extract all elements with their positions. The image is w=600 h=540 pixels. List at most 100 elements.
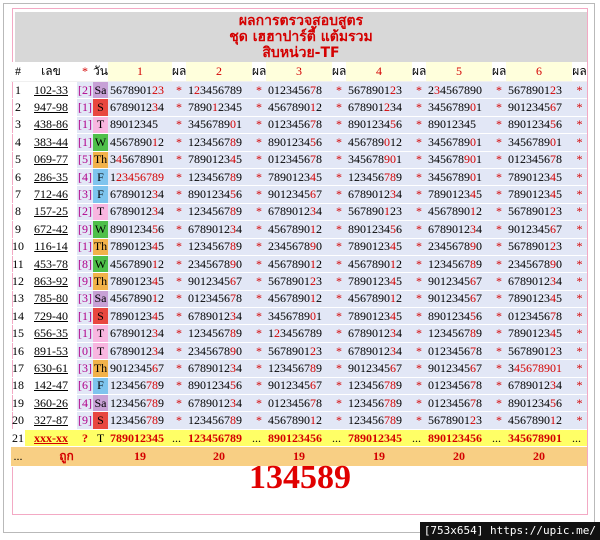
- row-set-value: 345678901: [266, 308, 332, 326]
- row-bracket-count: [3]: [77, 290, 93, 309]
- row-result-star: *: [252, 290, 266, 309]
- value-hit-digits: 78: [384, 395, 396, 410]
- row-set-value: 678901234: [346, 186, 412, 204]
- row-set-value: 123456789: [346, 395, 412, 413]
- table-row: 9 672-42 [9] W 890123456 * 678901234 * 456789012…: [11, 221, 587, 239]
- row-set-value: 789012345: [108, 238, 172, 256]
- row-code-link[interactable]: 712-46: [25, 186, 77, 204]
- value-tail-digits: 4: [158, 204, 164, 219]
- row-set-value: 678901234: [108, 325, 172, 343]
- value-digits: 89012345: [110, 117, 158, 132]
- row-set-value: 123456789: [426, 325, 492, 343]
- value-digits: 8901234: [508, 395, 550, 410]
- value-digits: 1234567: [428, 256, 470, 271]
- value-digits: 5678901: [428, 413, 470, 428]
- row-set-value: 345678901: [346, 151, 412, 169]
- col-result-4-header: ผล: [412, 62, 426, 82]
- value-tail-digits: 2: [316, 413, 322, 428]
- value-digits: 7890123: [188, 152, 230, 167]
- row-set-value: 678901234: [108, 342, 172, 361]
- table-row: 15 656-35 [1] T 678901234 * 123456789 * 12345678…: [11, 325, 587, 343]
- table-row: 14 729-40 [1] S 789012345 * 678901234 * 34567890…: [11, 308, 587, 326]
- col-result-2-header: ผล: [252, 62, 266, 82]
- row-result-star: *: [412, 273, 426, 291]
- row-day-badge: T: [93, 325, 108, 343]
- table-row: 4 383-44 [1] W 456789012 * 123456789 * 890123456…: [11, 134, 587, 152]
- row-code-link[interactable]: 327-87: [25, 412, 77, 430]
- row-result-star: *: [492, 395, 506, 413]
- row-code-link[interactable]: 947-98: [25, 99, 77, 117]
- row-code-link[interactable]: 286-35: [25, 169, 77, 187]
- row-code-link[interactable]: 360-26: [25, 395, 77, 413]
- value-tail-digits: 0: [476, 239, 482, 254]
- row-code-link[interactable]: 785-80: [25, 291, 77, 309]
- value-tail-digits: 8: [236, 291, 242, 306]
- value-tail-digits: 1: [316, 308, 322, 323]
- row-code-link[interactable]: 672-42: [25, 221, 77, 239]
- row-bracket-count: [8]: [77, 255, 93, 274]
- row-result-star: *: [412, 168, 426, 187]
- row-set-value: 789012345: [426, 186, 492, 204]
- header-title: ผลการตรวจสอบสูตร: [238, 13, 364, 29]
- row-set-value: 123456789: [186, 325, 252, 343]
- row-result-star: *: [252, 221, 266, 239]
- row-set-value: 012345678: [266, 395, 332, 413]
- value-digits: 7890123: [348, 239, 390, 254]
- value-tail-digits: 8: [476, 395, 482, 410]
- row-code-link[interactable]: 453-78: [25, 256, 77, 274]
- row-set-value: 456789012: [346, 134, 412, 152]
- value-tail-digits: 3: [556, 82, 562, 97]
- row-code-link[interactable]: 438-86: [25, 117, 77, 135]
- value-tail-digits: 7: [476, 273, 482, 288]
- row-set-value: 678901234: [186, 360, 252, 378]
- row-bracket-count: [1]: [77, 238, 93, 256]
- prediction-value: 789012345: [346, 429, 412, 448]
- row-set-value: 567890123: [426, 412, 492, 430]
- row-bracket-count: ?: [77, 429, 93, 448]
- row-result-star: *: [492, 221, 506, 239]
- row-code-link[interactable]: 383-44: [25, 134, 77, 152]
- row-code-link[interactable]: 729-40: [25, 308, 77, 326]
- row-code-link[interactable]: 116-14: [25, 239, 77, 256]
- row-code-link[interactable]: 069-77: [25, 152, 77, 169]
- row-code-link[interactable]: 656-35: [25, 325, 77, 343]
- row-result-star: *: [332, 273, 346, 291]
- value-tail-digits: 4: [556, 273, 562, 288]
- row-index: 20: [11, 412, 25, 430]
- value-digits: 123456: [348, 169, 384, 184]
- row-set-value: 012345678: [266, 116, 332, 135]
- row-code-link[interactable]: xxx-xx: [25, 429, 77, 448]
- value-digits: 0123456: [428, 395, 470, 410]
- row-code-link[interactable]: 102-33: [25, 82, 77, 100]
- value-tail-digits: 3: [476, 413, 482, 428]
- value-tail-digits: 2: [158, 134, 164, 149]
- row-set-value: 567890123: [266, 342, 332, 361]
- table-row: 16 891-53 [0] T 678901234 * 234567890 * 56789012…: [11, 342, 587, 361]
- value-tail-digits: 2: [556, 413, 562, 428]
- row-day-badge: Th: [93, 151, 108, 169]
- row-set-value: 123456789: [346, 412, 412, 430]
- table-row: 13 785-80 [3] Sa 456789012 * 012345678 * 4567890…: [11, 290, 587, 309]
- value-digits: 567890: [348, 204, 384, 219]
- row-result-star: *: [252, 99, 266, 117]
- value-digits: 9012345: [508, 221, 550, 236]
- row-code-link[interactable]: 142-47: [25, 378, 77, 396]
- row-result-star: *: [252, 377, 266, 396]
- col-set-3-header: 3: [266, 62, 332, 82]
- value-digits: 345678: [428, 152, 464, 167]
- row-set-value: 123456789: [186, 82, 252, 100]
- row-code-link[interactable]: 891-53: [25, 343, 77, 361]
- row-code-link[interactable]: 630-61: [25, 360, 77, 378]
- row-result-star: *: [412, 255, 426, 274]
- row-code-link[interactable]: 863-92: [25, 273, 77, 291]
- value-hit-digits: 45678901: [514, 360, 562, 375]
- row-set-value: 123456789: [266, 325, 332, 343]
- value-tail-digits: 5: [556, 187, 562, 202]
- value-digits: 5678901: [268, 273, 310, 288]
- value-digits: 5678901: [508, 343, 550, 358]
- row-code-link[interactable]: 157-25: [25, 204, 77, 222]
- value-tail-digits: 4: [236, 395, 242, 410]
- row-set-value: 901234567: [506, 99, 572, 117]
- row-set-value: 901234567: [186, 273, 252, 291]
- row-set-value: 012345678: [266, 82, 332, 100]
